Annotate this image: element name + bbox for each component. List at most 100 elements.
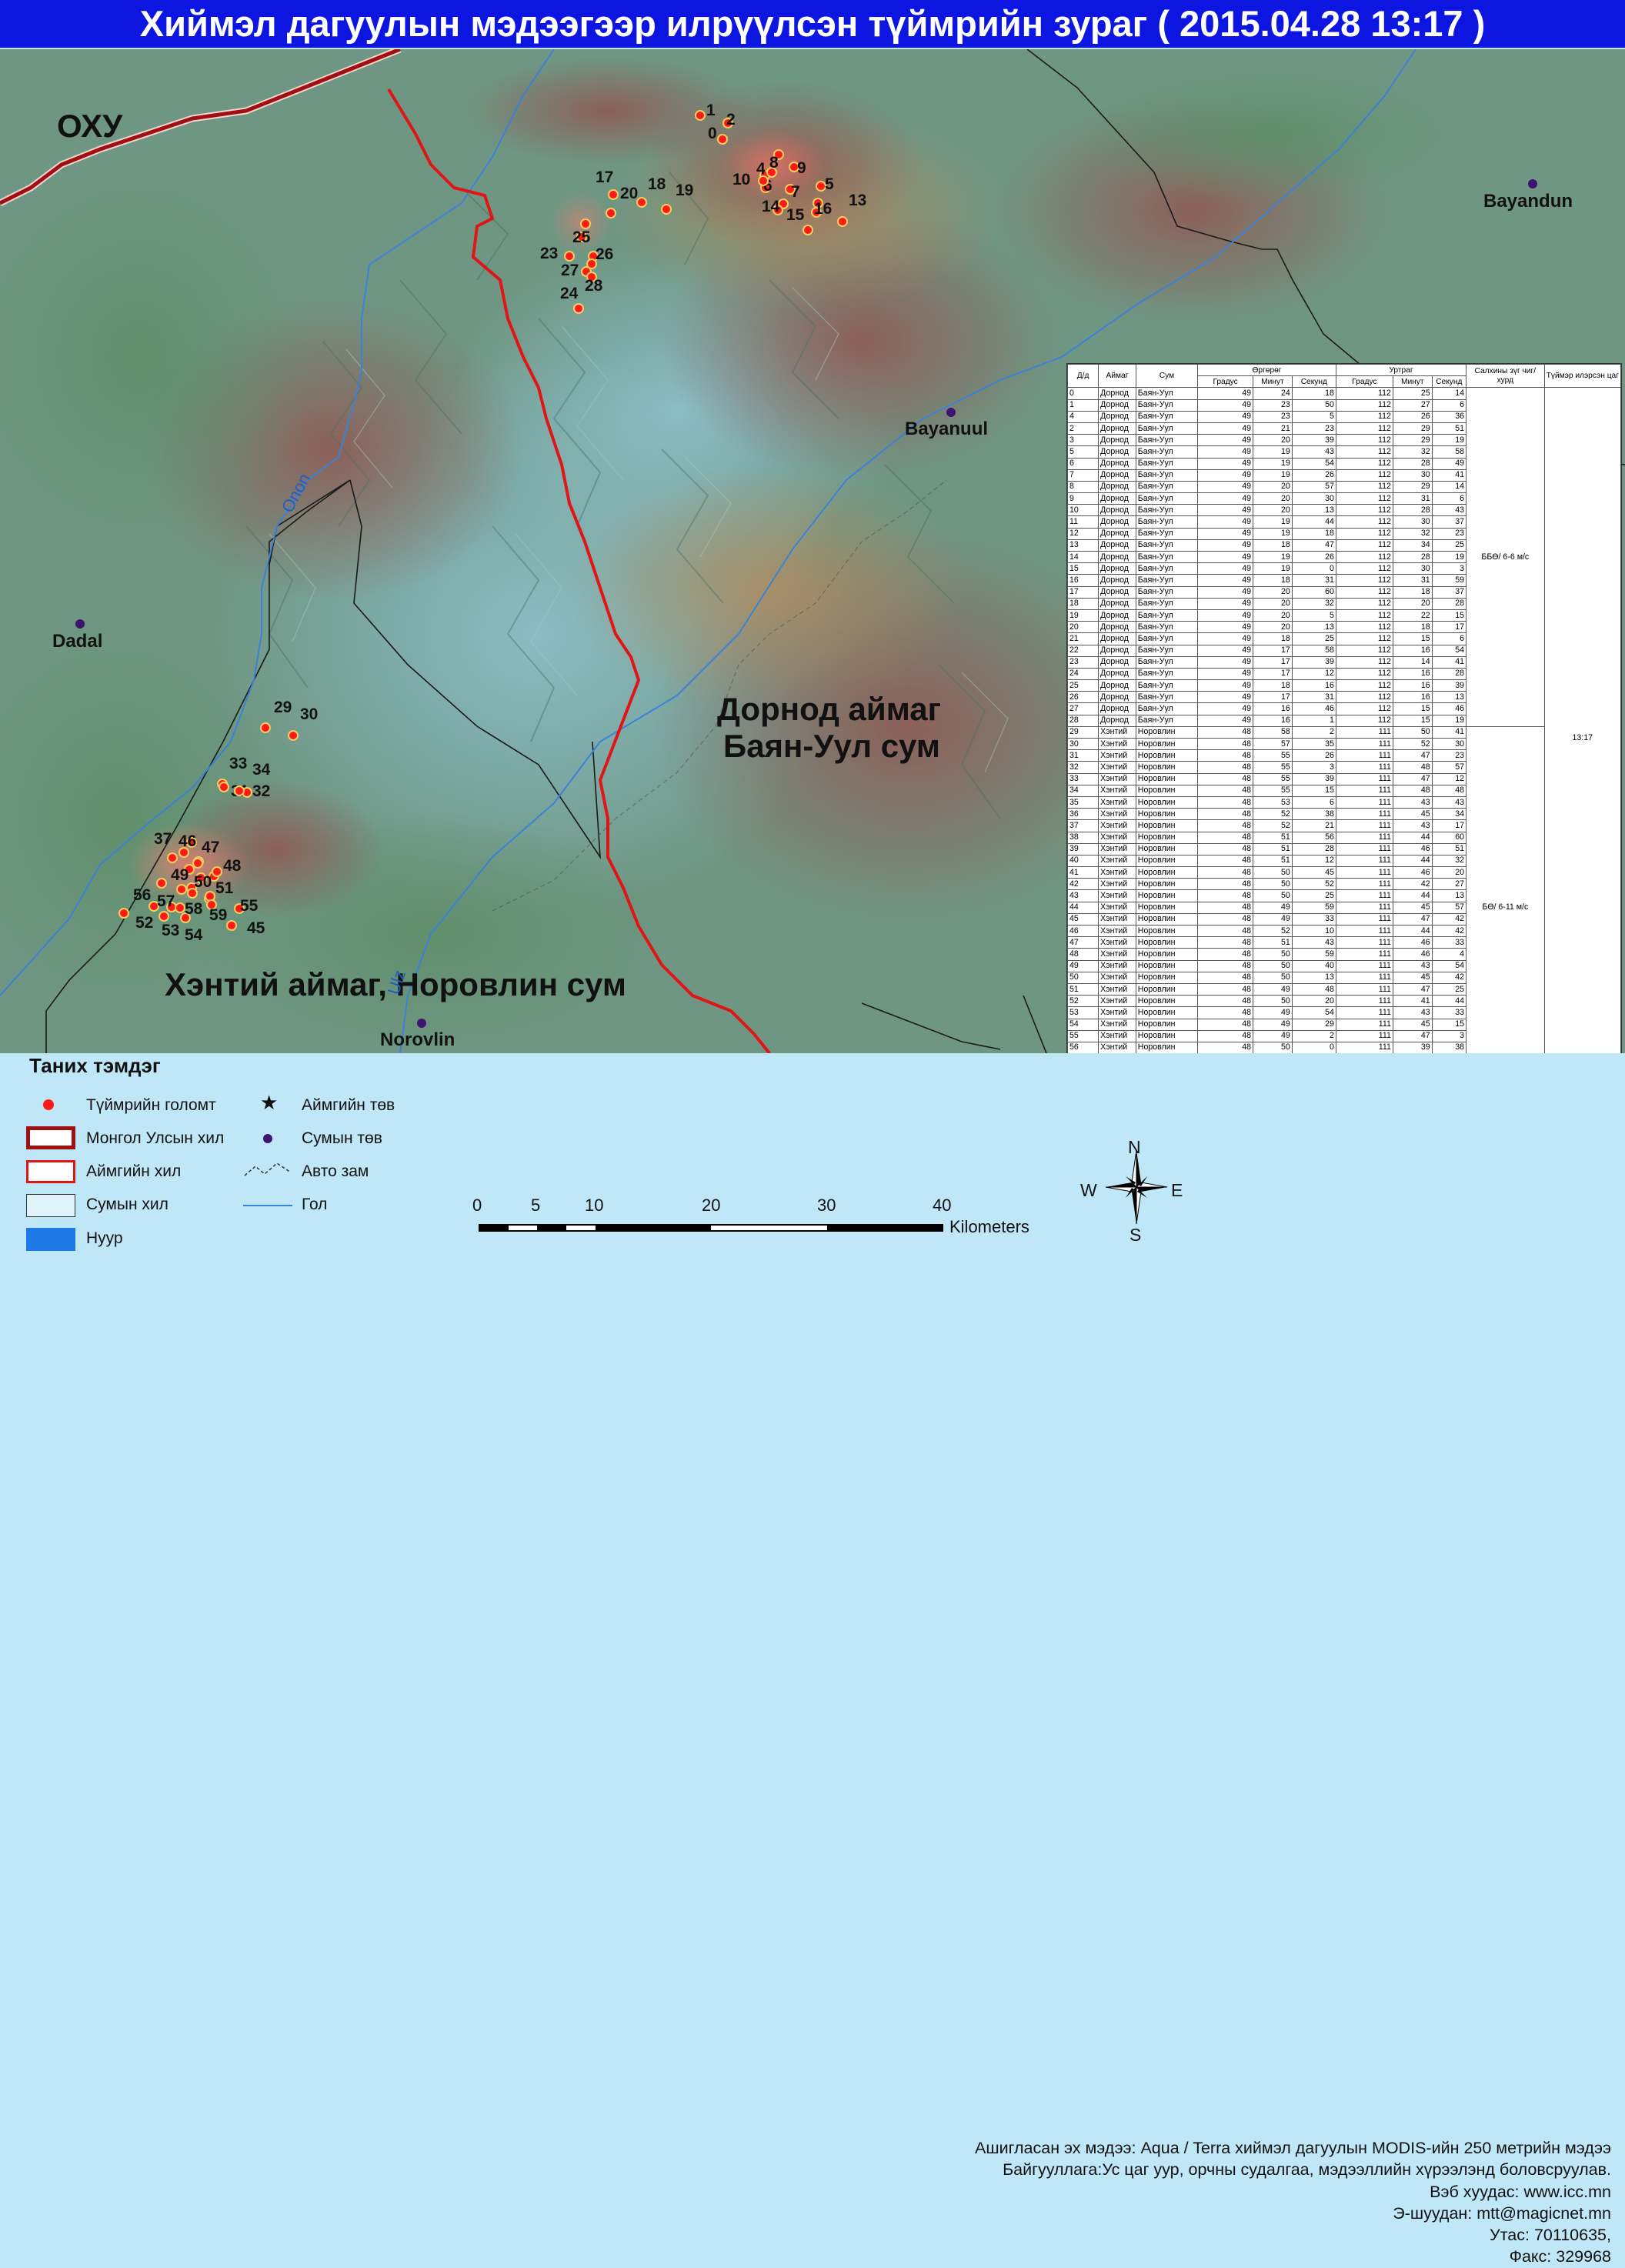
fire-point[interactable] (695, 110, 706, 121)
cell-id: 37 (1066, 819, 1099, 832)
cell-lon-deg: 111 (1335, 995, 1393, 1008)
cell-sum: Норовлин (1135, 901, 1199, 914)
cell-lon-min: 14 (1392, 655, 1433, 669)
fire-point[interactable] (212, 866, 222, 877)
cell-lon-sec: 33 (1431, 1006, 1467, 1019)
cell-lat-min: 55 (1253, 784, 1293, 797)
fire-point[interactable] (717, 134, 728, 145)
cell-id: 24 (1066, 667, 1099, 681)
cell-lon-min: 18 (1392, 621, 1433, 634)
fire-point[interactable] (118, 908, 129, 919)
cell-id: 6 (1066, 457, 1099, 470)
fire-point-label: 51 (215, 879, 234, 897)
cell-lon-sec: 3 (1431, 1029, 1467, 1042)
legend-mongolia-border: Монгол Улсын хил (86, 1129, 225, 1147)
cell-lon-deg: 112 (1335, 469, 1393, 482)
cell-id: 40 (1066, 854, 1099, 868)
aimag-border-icon (26, 1160, 75, 1183)
cell-lat-sec: 2 (1291, 725, 1336, 739)
fire-point[interactable] (564, 251, 575, 262)
fire-point[interactable] (219, 782, 229, 792)
legend-aimag-border: Аймгийн хил (86, 1162, 182, 1180)
cell-lon-sec: 23 (1431, 749, 1467, 762)
fire-point[interactable] (608, 189, 619, 200)
fire-point[interactable] (288, 730, 299, 741)
cell-lat-deg: 48 (1197, 948, 1254, 961)
region-label-dornod-sum: Баян-Уул сум (723, 728, 940, 764)
cell-aimag: Дорнод (1098, 714, 1136, 727)
cell-lat-min: 20 (1253, 434, 1293, 447)
cell-lat-deg: 49 (1197, 691, 1254, 704)
cell-lat-sec: 43 (1291, 445, 1336, 459)
cell-aimag: Хэнтий (1098, 971, 1136, 984)
cell-lat-deg: 48 (1197, 819, 1254, 832)
cell-sum: Баян-Уул (1135, 527, 1199, 540)
cell-lat-sec: 60 (1291, 585, 1336, 599)
cell-sum: Норовлин (1135, 912, 1199, 926)
source-line-1: Ашигласан эх мэдээ: Aqua / Terra хиймэл … (975, 2139, 1611, 2157)
cell-wind-khentii: БӨ/ 6-11 м/с (1466, 725, 1545, 1053)
cell-id: 0 (1066, 387, 1099, 400)
cell-sum: Норовлин (1135, 936, 1199, 949)
cell-lon-deg: 112 (1335, 504, 1393, 517)
cell-lon-sec: 51 (1431, 422, 1467, 435)
cell-lon-sec: 43 (1431, 795, 1467, 809)
cell-lat-min: 50 (1253, 971, 1293, 984)
cell-lat-deg: 49 (1197, 434, 1254, 447)
fire-point[interactable] (606, 208, 616, 218)
fire-point[interactable] (580, 218, 591, 229)
fire-point[interactable] (226, 920, 237, 931)
cell-lon-min: 28 (1392, 550, 1433, 564)
cell-id: 34 (1066, 784, 1099, 797)
cell-id: 30 (1066, 737, 1099, 751)
fire-point[interactable] (837, 216, 848, 227)
cell-lat-deg: 49 (1197, 457, 1254, 470)
fire-point[interactable] (192, 858, 203, 869)
cell-lat-sec: 44 (1291, 515, 1336, 529)
fire-point[interactable] (661, 204, 672, 215)
cell-sum: Норовлин (1135, 761, 1199, 774)
cell-aimag: Хэнтий (1098, 831, 1136, 844)
cell-id: 10 (1066, 504, 1099, 517)
cell-sum: Баян-Уул (1135, 585, 1199, 599)
cell-id: 17 (1066, 585, 1099, 599)
fire-point[interactable] (175, 902, 185, 913)
cell-lon-min: 15 (1392, 702, 1433, 715)
fire-point[interactable] (234, 785, 245, 796)
cell-lon-min: 26 (1392, 410, 1433, 423)
fire-point[interactable] (167, 852, 178, 863)
fire-point[interactable] (802, 225, 813, 235)
cell-aimag: Хэнтий (1098, 901, 1136, 914)
cell-lat-sec: 39 (1291, 772, 1336, 785)
cell-lat-min: 19 (1253, 445, 1293, 459)
cell-lon-deg: 112 (1335, 644, 1393, 657)
fire-point[interactable] (176, 884, 187, 895)
cell-lon-deg: 112 (1335, 621, 1393, 634)
cell-aimag: Хэнтий (1098, 772, 1136, 785)
fire-point-label: 48 (223, 857, 242, 875)
header-time: Түймэр илэрсэн цаг (1543, 363, 1622, 389)
fire-point-label: 32 (252, 782, 271, 800)
cell-sum: Баян-Уул (1135, 667, 1199, 681)
cell-lat-sec: 45 (1291, 866, 1336, 879)
cell-lon-sec: 15 (1431, 609, 1467, 622)
fire-point[interactable] (758, 175, 769, 186)
fire-point-label: 49 (171, 866, 189, 884)
fire-point[interactable] (260, 722, 271, 733)
cell-lon-min: 46 (1392, 936, 1433, 949)
cell-aimag: Хэнтий (1098, 1006, 1136, 1019)
fire-point[interactable] (573, 303, 584, 314)
cell-lat-sec: 47 (1291, 539, 1336, 552)
cell-lon-sec: 33 (1431, 936, 1467, 949)
cell-aimag: Хэнтий (1098, 784, 1136, 797)
map-canvas[interactable]: ОХУ Дорнод аймаг Баян-Уул сум Хэнтий айм… (0, 49, 1625, 1053)
cell-aimag: Хэнтий (1098, 948, 1136, 961)
header-lon-sec: Секунд (1431, 375, 1467, 389)
cell-lat-deg: 49 (1197, 399, 1254, 412)
cell-lon-min: 16 (1392, 644, 1433, 657)
fire-point-label: 27 (561, 262, 579, 279)
fire-point[interactable] (158, 911, 169, 922)
cell-id: 53 (1066, 1006, 1099, 1019)
cell-lat-min: 52 (1253, 819, 1293, 832)
fire-point[interactable] (156, 878, 167, 889)
